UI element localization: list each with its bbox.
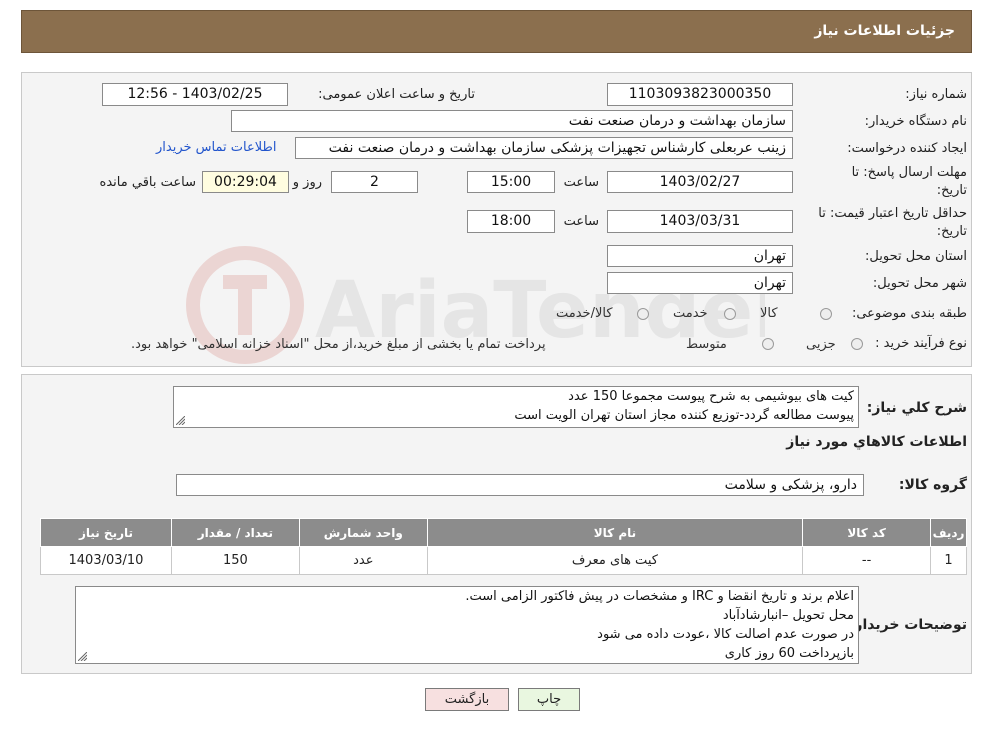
buyer-org-field: سازمان بهداشت و درمان صنعت نفت bbox=[231, 110, 793, 132]
buyer-notes-label: توضیحات خریدار: bbox=[848, 617, 967, 633]
col-unit: واحد شمارش bbox=[298, 518, 428, 547]
buyer-org-label: نام دستگاه خریدار: bbox=[864, 114, 967, 129]
price-validity-time-label: ساعت bbox=[563, 214, 599, 229]
category-option-goods: کالا bbox=[760, 306, 778, 321]
requester-field: زینب عربعلی کارشناس تجهیزات پزشکی سازمان… bbox=[295, 137, 793, 159]
requester-label: ایجاد کننده درخواست: bbox=[847, 141, 967, 156]
price-validity-time-field: 18:00 bbox=[467, 210, 555, 233]
goods-section-title: اطلاعات کالاهاي مورد نياز bbox=[786, 434, 967, 450]
buyer-note-line-2: محل تحویل –انبارشادآباد bbox=[722, 608, 854, 623]
buyer-note-line-3: در صورت عدم اصالت کالا ،عودت داده می شود bbox=[597, 627, 854, 642]
goods-table: رديف کد کالا نام کالا واحد شمارش تعداد /… bbox=[40, 518, 967, 575]
need-number-field: 1103093823000350 bbox=[607, 83, 793, 106]
description-textarea[interactable]: کیت های بیوشیمی به شرح پیوست مجموعا 150 … bbox=[173, 386, 859, 428]
cell-quantity: 150 bbox=[170, 546, 300, 575]
announce-datetime-field: 1403/02/25 - 12:56 bbox=[102, 83, 288, 106]
price-validity-label: حداقل تاریخ اعتبار قیمت: تا bbox=[818, 206, 967, 221]
purchase-option-medium: متوسط bbox=[686, 337, 727, 352]
reply-deadline-label: مهلت ارسال پاسخ: تا bbox=[851, 165, 967, 180]
category-radio-goods-service[interactable] bbox=[637, 308, 649, 320]
description-label: شرح کلي نياز: bbox=[866, 400, 967, 416]
table-row: 1 -- کیت های معرف عدد 150 1403/03/10 bbox=[40, 546, 967, 575]
resize-grip-icon[interactable] bbox=[176, 416, 185, 425]
reply-deadline-label-2: تاریخ: bbox=[936, 183, 967, 198]
goods-group-label: گروه کالا: bbox=[898, 477, 967, 493]
days-label: روز و bbox=[292, 175, 322, 190]
treasury-note: پرداخت تمام یا بخشی از مبلغ خرید،از محل … bbox=[131, 337, 546, 352]
goods-group-field: دارو، پزشکی و سلامت bbox=[176, 474, 864, 496]
page-title: جزئیات اطلاعات نیاز bbox=[814, 23, 955, 39]
price-validity-date-field: 1403/03/31 bbox=[607, 210, 793, 233]
col-row: رديف bbox=[930, 518, 967, 547]
category-radio-service[interactable] bbox=[724, 308, 736, 320]
cell-unit: عدد bbox=[298, 546, 428, 575]
reply-deadline-date-field: 1403/02/27 bbox=[607, 171, 793, 193]
category-option-service: خدمت bbox=[673, 306, 708, 321]
cell-row: 1 bbox=[930, 546, 967, 575]
cell-need-date: 1403/03/10 bbox=[40, 546, 172, 575]
purchase-option-minor: جزیی bbox=[806, 337, 836, 352]
purchase-radio-medium[interactable] bbox=[762, 338, 774, 350]
price-validity-label-2: تاریخ: bbox=[936, 224, 967, 239]
col-quantity: تعداد / مقدار bbox=[170, 518, 300, 547]
print-button[interactable]: چاپ bbox=[518, 688, 580, 711]
city-label: شهر محل تحویل: bbox=[872, 276, 967, 291]
category-label: طبقه بندی موضوعی: bbox=[851, 306, 967, 321]
goods-table-header: رديف کد کالا نام کالا واحد شمارش تعداد /… bbox=[40, 518, 967, 547]
reply-time-label: ساعت bbox=[563, 175, 599, 190]
province-label: استان محل تحویل: bbox=[865, 249, 967, 264]
remaining-time-field: 00:29:04 bbox=[202, 171, 289, 193]
description-line-1: کیت های بیوشیمی به شرح پیوست مجموعا 150 … bbox=[568, 389, 854, 404]
city-field: تهران bbox=[607, 272, 793, 294]
col-need-date: تاریخ نیاز bbox=[40, 518, 172, 547]
purchase-type-label: نوع فرآیند خرید : bbox=[875, 336, 967, 351]
cell-name: کیت های معرف bbox=[426, 546, 804, 575]
cell-code: -- bbox=[802, 546, 932, 575]
remaining-time-label: ساعت باقي مانده bbox=[99, 175, 196, 190]
category-option-goods-service: کالا/خدمت bbox=[556, 306, 613, 321]
purchase-radio-minor[interactable] bbox=[851, 338, 863, 350]
description-line-2: پیوست مطالعه گردد-توزیع کننده مجاز استان… bbox=[514, 408, 854, 423]
buyer-contact-link[interactable]: اطلاعات تماس خریدار bbox=[156, 140, 276, 155]
need-number-label: شماره نیاز: bbox=[905, 87, 967, 102]
col-code: کد کالا bbox=[802, 518, 932, 547]
province-field: تهران bbox=[607, 245, 793, 267]
col-name: نام کالا bbox=[426, 518, 804, 547]
buyer-notes-textarea[interactable]: اعلام برند و تاریخ انقضا و IRC و مشخصات … bbox=[75, 586, 859, 664]
back-button[interactable]: بازگشت bbox=[425, 688, 509, 711]
category-radio-goods[interactable] bbox=[820, 308, 832, 320]
page-header: جزئیات اطلاعات نیاز bbox=[21, 10, 972, 53]
resize-grip-icon[interactable] bbox=[78, 652, 87, 661]
buyer-note-line-4: بازپرداخت 60 روز کاری bbox=[724, 646, 854, 661]
reply-deadline-time-field: 15:00 bbox=[467, 171, 555, 193]
remaining-days-field: 2 bbox=[331, 171, 418, 193]
announce-datetime-label: تاریخ و ساعت اعلان عمومی: bbox=[318, 87, 475, 102]
buyer-note-line-1: اعلام برند و تاریخ انقضا و IRC و مشخصات … bbox=[465, 589, 854, 604]
